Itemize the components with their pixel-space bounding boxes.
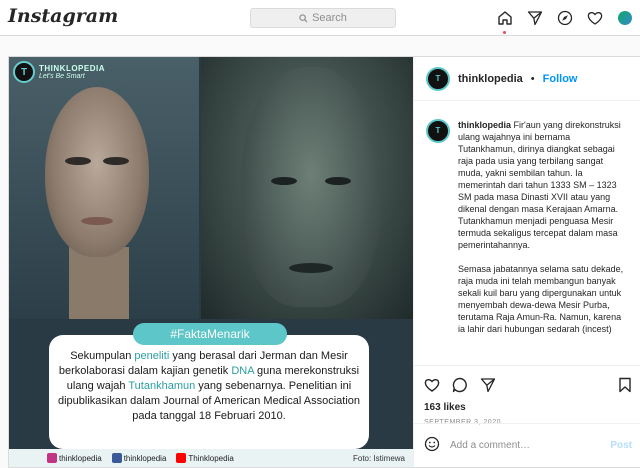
caption-text-2: Semasa jabatannya selama satu dekade, ra… (458, 264, 624, 334)
eye-shape (325, 177, 351, 185)
instagram-logo[interactable]: Instagram (8, 5, 118, 27)
caption-body: thinklopedia Fir'aun yang direkonstruksi… (458, 119, 626, 347)
fact-text: Sekumpulan peneliti yang berasal dari Je… (57, 349, 361, 424)
brand-tagline: Let's Be Smart (39, 73, 85, 80)
post-sidebar: T thinklopedia • Follow T thinklopedia F… (413, 57, 640, 467)
emoji-icon[interactable] (424, 436, 440, 455)
fact-text-segment: Sekumpulan (70, 350, 135, 362)
post-actions: 163 likes SEPTEMBER 3, 2020 (414, 365, 640, 426)
mummy-face (241, 67, 381, 307)
comment-bar: Add a comment… Post (414, 423, 640, 467)
top-navbar: Instagram Search (0, 0, 640, 36)
post-image[interactable]: T THINKLOPEDIA Let's Be Smart #FaktaMena… (9, 57, 413, 467)
author-username[interactable]: thinklopedia (458, 73, 523, 85)
highlighted-term: peneliti (134, 350, 170, 362)
hashtag-badge: #FaktaMenarik (133, 323, 287, 345)
highlighted-term: Tutankhamun (128, 380, 196, 392)
brand-name: THINKLOPEDIA (39, 64, 105, 73)
instagram-handle: thinklopedia (47, 453, 102, 463)
instagram-handle-label: thinklopedia (59, 453, 102, 463)
youtube-handle-label: Thinklopedia (188, 453, 234, 463)
comment-input[interactable]: Add a comment… (450, 440, 600, 451)
mummy-photo (201, 57, 413, 319)
brand-badge: T THINKLOPEDIA Let's Be Smart (13, 61, 105, 83)
activity-icon[interactable] (580, 8, 610, 28)
instagram-icon (47, 453, 57, 463)
nav-icons (490, 8, 640, 34)
follow-button[interactable]: Follow (543, 73, 578, 85)
author-avatar[interactable]: T (426, 66, 450, 91)
direct-icon[interactable] (520, 8, 550, 28)
home-icon[interactable] (490, 8, 520, 34)
share-icon[interactable] (480, 374, 508, 396)
brand-text-group: THINKLOPEDIA Let's Be Smart (39, 64, 105, 80)
caption-username[interactable]: thinklopedia (458, 120, 511, 130)
action-row (424, 374, 632, 396)
caption-paragraph-1: thinklopedia Fir'aun yang direkonstruksi… (458, 119, 626, 251)
eye-shape (271, 177, 297, 185)
youtube-handle: Thinklopedia (176, 453, 234, 463)
search-input[interactable]: Search (250, 8, 396, 28)
highlighted-term: DNA (231, 365, 254, 377)
comment-icon[interactable] (452, 374, 480, 396)
like-icon[interactable] (424, 374, 452, 396)
photo-credit: Foto: Istimewa (352, 453, 405, 463)
avatar (618, 11, 632, 25)
eye-shape (103, 157, 129, 165)
reconstructed-face (45, 87, 149, 257)
reconstruction-photo: T THINKLOPEDIA Let's Be Smart (9, 57, 199, 319)
like-count[interactable]: 163 likes (424, 402, 632, 413)
facebook-icon (111, 453, 122, 463)
neck-shape (69, 247, 129, 319)
caption-text-1: Fir'aun yang direkonstruksi ulang wajahn… (458, 120, 621, 250)
facebook-handle: thinklopedia (111, 453, 167, 463)
home-active-dot (503, 31, 506, 34)
mouth-shape (289, 263, 333, 273)
mouth-shape (81, 217, 113, 225)
post-header: T thinklopedia • Follow (414, 57, 640, 101)
caption-avatar[interactable]: T (426, 119, 450, 143)
social-footer: thinklopedia thinklopedia Thinklopedia F… (9, 449, 413, 467)
separator-dot: • (530, 72, 535, 85)
eye-shape (65, 157, 91, 165)
search-icon (299, 13, 308, 23)
post-comment-button[interactable]: Post (610, 440, 632, 451)
brand-logo-icon: T (13, 61, 35, 83)
caption-row: T thinklopedia Fir'aun yang direkonstruk… (426, 119, 630, 347)
caption: T thinklopedia Fir'aun yang direkonstruk… (426, 119, 630, 363)
explore-icon[interactable] (550, 8, 580, 28)
search-placeholder: Search (312, 12, 347, 24)
post-card: T THINKLOPEDIA Let's Be Smart #FaktaMena… (8, 56, 640, 468)
bookmark-icon[interactable] (604, 374, 632, 396)
profile-avatar[interactable] (610, 8, 640, 28)
youtube-icon (176, 453, 187, 463)
facebook-handle-label: thinklopedia (123, 453, 167, 463)
